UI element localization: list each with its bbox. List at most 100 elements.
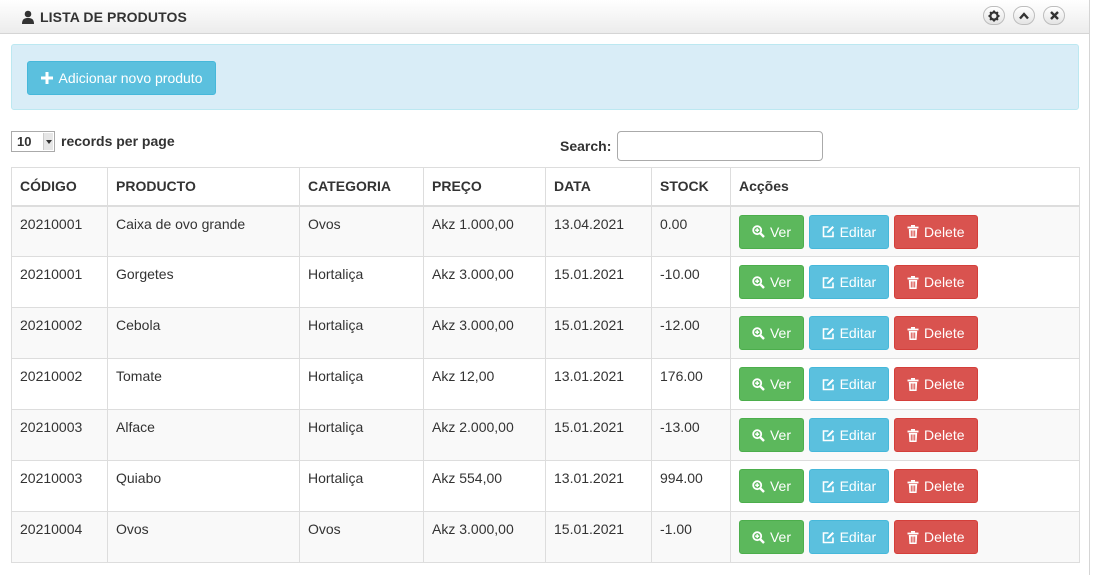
close-button[interactable]	[1043, 6, 1065, 25]
cell-actions: Ver Editar Delete	[730, 358, 1080, 410]
delete-label: Delete	[924, 274, 965, 290]
delete-button[interactable]: Delete	[893, 367, 978, 401]
cell-actions: Ver Editar Delete	[730, 460, 1080, 512]
collapse-button[interactable]	[1013, 6, 1035, 25]
cell-actions: Ver Editar Delete	[730, 256, 1080, 308]
edit-icon	[822, 327, 840, 340]
edit-label: Editar	[839, 427, 877, 443]
view-label: Ver	[769, 427, 791, 443]
view-label: Ver	[769, 274, 791, 290]
cell-stock: 0.00	[651, 205, 731, 257]
cell-preco: Akz 3.000,00	[423, 256, 546, 308]
edit-button[interactable]: Editar	[808, 265, 889, 299]
caret-down-icon	[43, 133, 53, 150]
column-header-stock[interactable]: STOCK	[651, 167, 731, 207]
cell-categoria: Hortaliça	[299, 358, 424, 410]
cell-preco: Akz 1.000,00	[423, 205, 546, 257]
toolbar-panel: Adicionar novo produto	[11, 44, 1079, 110]
zoom-in-icon	[752, 225, 770, 238]
zoom-in-icon	[752, 479, 770, 493]
cell-data: 15.01.2021	[545, 256, 652, 308]
delete-button[interactable]: Delete	[893, 316, 978, 350]
delete-label: Delete	[924, 478, 965, 494]
settings-button[interactable]	[983, 6, 1005, 25]
column-header-codigo[interactable]: CÓDIGO	[11, 167, 108, 207]
view-label: Ver	[769, 325, 791, 341]
delete-button[interactable]: Delete	[893, 418, 978, 452]
trash-icon	[907, 479, 924, 493]
cell-codigo: 20210001	[11, 256, 108, 308]
delete-button[interactable]: Delete	[893, 469, 978, 503]
cell-actions: Ver Editar Delete	[730, 307, 1080, 359]
zoom-in-icon	[752, 530, 770, 544]
table-row: 20210002 Cebola Hortaliça Akz 3.000,00 1…	[11, 307, 1080, 359]
widget-content: Adicionar novo produto 10 records per pa…	[0, 34, 1090, 575]
view-label: Ver	[769, 478, 791, 494]
edit-button[interactable]: Editar	[808, 418, 889, 452]
cell-data: 13.04.2021	[545, 205, 652, 257]
zoom-in-icon	[752, 275, 770, 289]
edit-icon	[822, 480, 840, 493]
delete-button[interactable]: Delete	[893, 520, 978, 554]
view-label: Ver	[769, 376, 791, 392]
table-row: 20210004 Ovos Ovos Akz 3.000,00 15.01.20…	[11, 511, 1080, 563]
view-button[interactable]: Ver	[739, 469, 804, 503]
view-button[interactable]: Ver	[739, 367, 804, 401]
search-input[interactable]	[617, 131, 823, 161]
edit-label: Editar	[839, 223, 877, 240]
delete-label: Delete	[924, 529, 965, 545]
column-header-produto[interactable]: PRODUCTO	[107, 167, 300, 207]
cell-stock: 994.00	[651, 460, 731, 512]
cell-stock: -1.00	[651, 511, 731, 563]
view-button[interactable]: Ver	[739, 520, 804, 554]
delete-button[interactable]: Delete	[893, 214, 978, 249]
column-header-data[interactable]: DATA	[545, 167, 652, 207]
column-header-categoria[interactable]: CATEGORIA	[299, 167, 424, 207]
edit-button[interactable]: Editar	[808, 214, 889, 249]
cell-preco: Akz 3.000,00	[423, 307, 546, 359]
edit-button[interactable]: Editar	[808, 367, 889, 401]
gear-icon	[988, 10, 1000, 22]
edit-button[interactable]: Editar	[808, 316, 889, 350]
cell-produto: Ovos	[107, 511, 300, 563]
trash-icon	[907, 428, 924, 442]
cell-data: 15.01.2021	[545, 307, 652, 359]
edit-button[interactable]: Editar	[808, 469, 889, 503]
cell-stock: -10.00	[651, 256, 731, 308]
column-header-accoes: Acções	[730, 167, 1080, 207]
view-label: Ver	[769, 223, 791, 240]
cell-actions: Ver Editar Delete	[730, 205, 1080, 257]
view-button[interactable]: Ver	[739, 265, 804, 299]
trash-icon	[907, 225, 924, 238]
delete-button[interactable]: Delete	[893, 265, 978, 299]
cell-produto: Tomate	[107, 358, 300, 410]
view-button[interactable]: Ver	[739, 316, 804, 350]
cell-stock: -13.00	[651, 409, 731, 461]
products-table-wrapper: CÓDIGO PRODUCTO CATEGORIA PREÇO DATA STO…	[11, 167, 1080, 563]
records-per-page-select[interactable]: 10	[11, 131, 55, 152]
records-per-page-value: 10	[17, 134, 32, 149]
cell-preco: Akz 554,00	[423, 460, 546, 512]
edit-label: Editar	[839, 274, 877, 290]
edit-label: Editar	[839, 529, 877, 545]
add-product-button[interactable]: Adicionar novo produto	[27, 61, 216, 95]
column-header-preco[interactable]: PREÇO	[423, 167, 546, 207]
trash-icon	[907, 275, 924, 289]
chevron-up-icon	[1019, 11, 1029, 20]
cell-categoria: Ovos	[299, 205, 424, 257]
table-header-row: CÓDIGO PRODUCTO CATEGORIA PREÇO DATA STO…	[11, 167, 1080, 207]
cell-preco: Akz 2.000,00	[423, 409, 546, 461]
edit-button[interactable]: Editar	[808, 520, 889, 554]
delete-label: Delete	[924, 376, 965, 392]
cell-codigo: 20210001	[11, 205, 108, 257]
view-button[interactable]: Ver	[739, 214, 804, 249]
records-per-page-label: records per page	[61, 133, 175, 149]
cell-actions: Ver Editar Delete	[730, 511, 1080, 563]
zoom-in-icon	[752, 377, 770, 391]
header-title: LISTA DE PRODUTOS	[21, 9, 187, 25]
cell-stock: 176.00	[651, 358, 731, 410]
cell-codigo: 20210002	[11, 307, 108, 359]
edit-icon	[822, 225, 840, 238]
table-row: 20210001 Gorgetes Hortaliça Akz 3.000,00…	[11, 256, 1080, 308]
view-button[interactable]: Ver	[739, 418, 804, 452]
